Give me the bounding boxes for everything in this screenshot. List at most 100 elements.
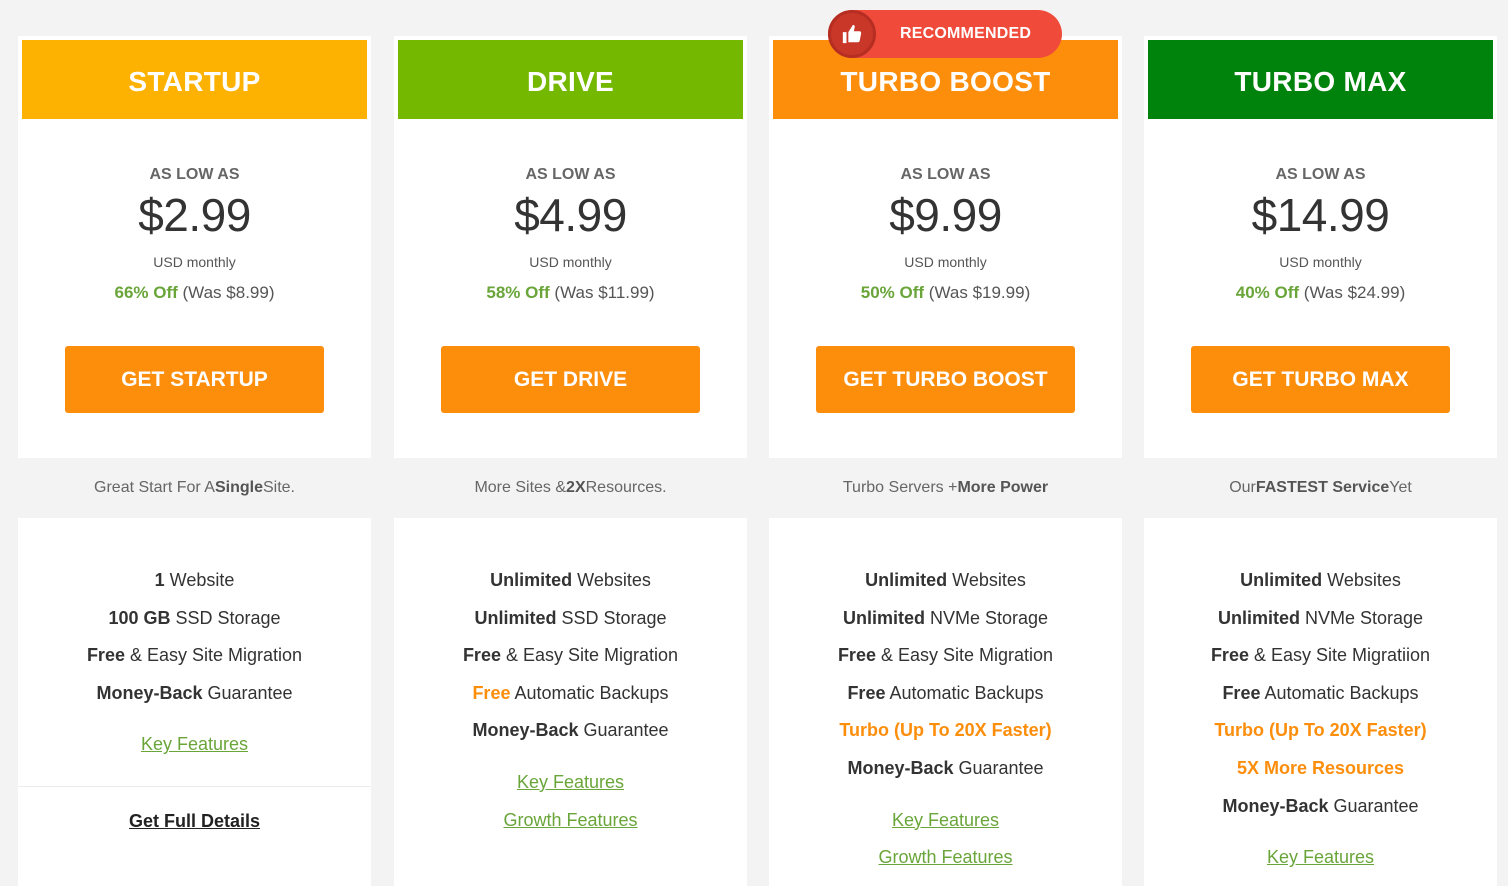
feature-text: SSD Storage [556, 607, 667, 628]
feature-links: Key Features [18, 726, 371, 764]
was-price: $24.99 [1347, 283, 1400, 302]
plan-card-startup: STARTUP AS LOW AS $2.99 USD monthly 66% Off … [18, 36, 371, 886]
tagline-pre: Our [1229, 479, 1256, 496]
feature-item: Money-Back Guarantee [394, 712, 747, 750]
discount-line: 50% Off (Was $19.99) [773, 283, 1118, 303]
feature-bold: Free [472, 682, 511, 703]
get-full-details-link[interactable]: Get Full Details [18, 811, 371, 832]
get-plan-button[interactable]: GET TURBO MAX [1191, 346, 1450, 413]
feature-bold: Money-Back [1222, 795, 1329, 816]
divider [18, 785, 371, 787]
feature-text: Websites [1322, 570, 1401, 590]
plan-header: STARTUP [22, 40, 367, 119]
feature-item: Free Automatic Backups [394, 675, 747, 713]
feature-text: & Easy Site Migration [500, 645, 679, 666]
plan-name: TURBO MAX [1234, 65, 1407, 97]
tagline-pre: Great Start For A [94, 479, 215, 496]
feature-bold: Unlimited [865, 570, 948, 590]
was-prefix: (Was [1303, 283, 1348, 302]
discount-line: 66% Off (Was $8.99) [22, 283, 367, 303]
was-price: $8.99 [226, 283, 269, 302]
feature-highlight: Turbo (Up To 20X Faster) [1214, 720, 1427, 741]
tagline-bold: Single [214, 479, 263, 496]
feature-bold: Unlimited [490, 570, 573, 590]
plan-price: $2.99 [138, 189, 251, 241]
feature-bold: Free [86, 645, 125, 666]
feature-bold: Unlimited [1217, 607, 1300, 628]
plan-price: $4.99 [514, 189, 627, 241]
feature-bold: Free [462, 645, 501, 666]
feature-list: Unlimited Websites Unlimited SSD Storage F… [394, 518, 747, 886]
feature-highlight: Turbo (Up To 20X Faster) [839, 720, 1052, 741]
discount-percent: 50% Off [860, 283, 925, 302]
feature-link-growth-features[interactable]: Growth Features [394, 802, 747, 840]
feature-bold: Free [837, 645, 876, 666]
feature-text: Automatic Backups [510, 682, 669, 703]
feature-text: SSD Storage [170, 607, 281, 628]
was-suffix: ) [1024, 283, 1031, 302]
feature-link-growth-features[interactable]: Growth Features [769, 839, 1122, 877]
feature-links: Key Features [1144, 839, 1497, 877]
get-plan-button[interactable]: GET DRIVE [441, 346, 700, 413]
feature-text: Websites [572, 570, 651, 590]
plan-card-turbo-max: TURBO MAX AS LOW AS $14.99 USD monthly 40% O… [1144, 36, 1497, 886]
feature-item: Money-Back Guarantee [769, 750, 1122, 788]
feature-text: Guarantee [578, 720, 669, 741]
feature-link-key-features[interactable]: Key Features [18, 726, 371, 764]
feature-text: & Easy Site Migratiion [1248, 645, 1431, 666]
feature-list: Unlimited Websites Unlimited NVMe Storage… [1144, 518, 1497, 886]
feature-item: Free & Easy Site Migration [18, 637, 371, 675]
feature-text: Guarantee [202, 682, 293, 703]
was-prefix: (Was [554, 283, 599, 302]
feature-item: Free & Easy Site Migratiion [1144, 637, 1497, 675]
get-plan-button[interactable]: GET STARTUP [65, 346, 324, 413]
feature-link-key-features[interactable]: Key Features [394, 764, 747, 802]
feature-item: Free Automatic Backups [769, 675, 1122, 713]
feature-bold: 1 [154, 570, 165, 590]
was-prefix: (Was [928, 283, 973, 302]
price-unit: USD monthly [904, 254, 987, 270]
tagline-pre: More Sites & [474, 479, 567, 496]
feature-item: 1 Website [18, 562, 371, 600]
feature-item: Free & Easy Site Migration [769, 637, 1122, 675]
feature-item: Money-Back Guarantee [1144, 788, 1497, 826]
tagline-pre: Turbo Servers + [842, 479, 958, 496]
price-unit: USD monthly [153, 254, 236, 270]
feature-item: Unlimited Websites [394, 562, 747, 600]
feature-item: Unlimited Websites [769, 562, 1122, 600]
feature-bold: Money-Back [847, 757, 954, 778]
plan-tagline: Turbo Servers + More Power [769, 458, 1122, 518]
was-price: $19.99 [972, 283, 1025, 302]
was-suffix: ) [268, 283, 275, 302]
plan-tagline: Great Start For A Single Site. [18, 458, 371, 518]
discount-percent: 58% Off [486, 283, 550, 302]
tagline-post: Resources. [585, 479, 667, 496]
feature-text: Website [164, 570, 235, 590]
recommended-label: RECOMMENDED [900, 25, 1032, 42]
as-low-as-label: AS LOW AS [525, 166, 616, 183]
feature-text: Websites [947, 570, 1026, 590]
feature-text: NVMe Storage [1299, 607, 1424, 628]
feature-link-key-features[interactable]: Key Features [769, 802, 1122, 840]
discount-line: 58% Off (Was $11.99) [398, 283, 743, 303]
feature-bold: Free [1222, 682, 1261, 703]
was-price: $11.99 [598, 283, 649, 302]
plan-price: $9.99 [889, 189, 1002, 241]
tagline-post: Yet [1389, 479, 1412, 496]
feature-item: Unlimited NVMe Storage [1144, 600, 1497, 638]
get-plan-button[interactable]: GET TURBO BOOST [816, 346, 1075, 413]
feature-list: 1 Website 100 GB SSD Storage Free & Easy S… [18, 518, 371, 886]
plan-summary: TURBO BOOST AS LOW AS $9.99 USD monthly 50% … [769, 36, 1122, 458]
plan-name: DRIVE [526, 65, 615, 97]
plan-header: DRIVE [398, 40, 743, 119]
feature-link-key-features[interactable]: Key Features [1144, 839, 1497, 877]
tagline-bold: 2X [566, 479, 586, 496]
feature-text: Automatic Backups [1260, 682, 1419, 703]
plan-card-turbo-boost: TURBO BOOST AS LOW AS $9.99 USD monthly 50% … [769, 36, 1122, 886]
as-low-as-label: AS LOW AS [900, 166, 991, 183]
feature-item: Free & Easy Site Migration [394, 637, 747, 675]
was-suffix: ) [648, 283, 655, 302]
was-prefix: (Was [182, 283, 227, 302]
feature-text: & Easy Site Migration [875, 645, 1054, 666]
plan-header: TURBO MAX [1148, 40, 1493, 119]
